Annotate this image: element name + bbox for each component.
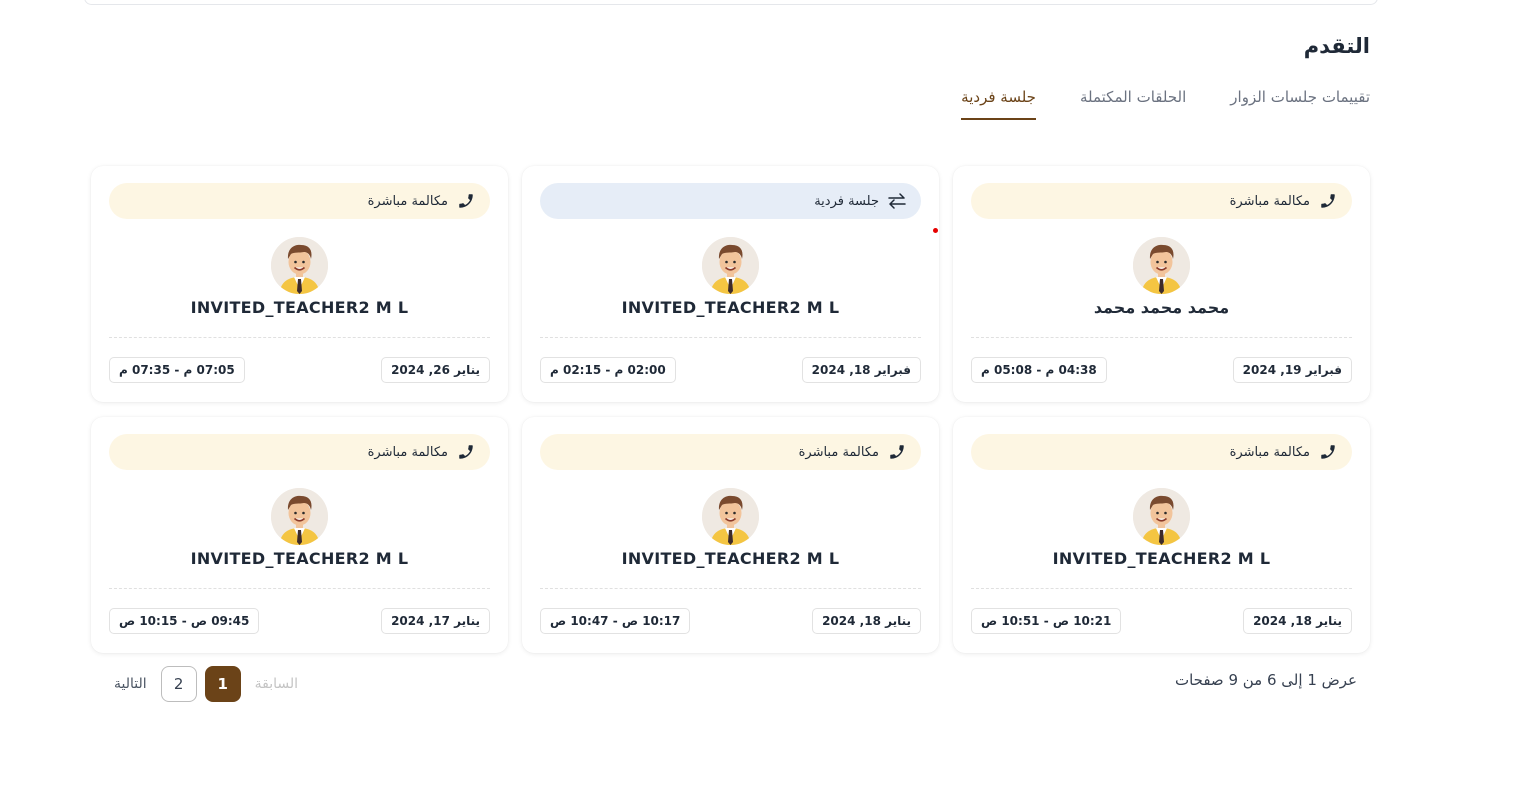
session-type-pill: مكالمة مباشرة bbox=[540, 434, 921, 470]
session-date: يناير 18, 2024 bbox=[1243, 608, 1352, 634]
session-meta: يناير 18, 2024 10:21 ص - 10:51 ص bbox=[971, 608, 1352, 634]
teacher-name: INVITED_TEACHER2 M L bbox=[621, 298, 840, 317]
session-time: 09:45 ص - 10:15 ص bbox=[109, 608, 260, 634]
phone-icon bbox=[1318, 442, 1338, 462]
divider bbox=[540, 588, 921, 589]
teacher-name: INVITED_TEACHER2 M L bbox=[1052, 549, 1271, 568]
teacher-avatar bbox=[271, 237, 328, 294]
session-time: 07:05 م - 07:35 م bbox=[109, 357, 245, 383]
tab-bar: تقييمات جلسات الزوار الحلقات المكتملة جل… bbox=[961, 88, 1370, 120]
page-button-1[interactable]: 1 bbox=[204, 666, 241, 702]
tab-completed-halaqat[interactable]: الحلقات المكتملة bbox=[1080, 88, 1186, 120]
swap-arrows-icon bbox=[887, 191, 907, 211]
top-container-edge bbox=[84, 0, 1378, 5]
prev-page-button[interactable]: السابقة bbox=[255, 676, 298, 692]
session-type-pill: مكالمة مباشرة bbox=[971, 183, 1352, 219]
teacher-name: INVITED_TEACHER2 M L bbox=[190, 298, 409, 317]
teacher-avatar bbox=[271, 488, 328, 545]
phone-icon bbox=[456, 442, 476, 462]
session-card[interactable]: مكالمة مباشرة INVITED_TEACHER2 M L يناير… bbox=[522, 417, 939, 653]
teacher-name: INVITED_TEACHER2 M L bbox=[621, 549, 840, 568]
session-type-label: مكالمة مباشرة bbox=[367, 193, 448, 209]
session-date: يناير 18, 2024 bbox=[812, 608, 921, 634]
session-type-label: مكالمة مباشرة bbox=[1229, 193, 1310, 209]
session-time: 02:00 م - 02:15 م bbox=[540, 357, 676, 383]
session-type-label: مكالمة مباشرة bbox=[798, 444, 879, 460]
session-date: فبراير 18, 2024 bbox=[801, 357, 921, 383]
session-card[interactable]: مكالمة مباشرة INVITED_TEACHER2 M L يناير… bbox=[91, 166, 508, 402]
teacher-avatar bbox=[1133, 237, 1190, 294]
session-meta: يناير 26, 2024 07:05 م - 07:35 م bbox=[109, 357, 490, 383]
session-card[interactable]: مكالمة مباشرة INVITED_TEACHER2 M L يناير… bbox=[91, 417, 508, 653]
teacher-avatar bbox=[1133, 488, 1190, 545]
sessions-grid: مكالمة مباشرة محمد محمد محمد فبراير 19, … bbox=[91, 166, 1370, 653]
divider bbox=[971, 588, 1352, 589]
session-type-pill: جلسة فردية bbox=[540, 183, 921, 219]
session-card[interactable]: جلسة فردية INVITED_TEACHER2 M L فبراير 1… bbox=[522, 166, 939, 402]
teacher-name: INVITED_TEACHER2 M L bbox=[190, 549, 409, 568]
session-card[interactable]: مكالمة مباشرة محمد محمد محمد فبراير 19, … bbox=[953, 166, 1370, 402]
teacher-name: محمد محمد محمد bbox=[1093, 298, 1230, 317]
session-type-pill: مكالمة مباشرة bbox=[109, 434, 490, 470]
session-card[interactable]: مكالمة مباشرة INVITED_TEACHER2 M L يناير… bbox=[953, 417, 1370, 653]
session-type-label: جلسة فردية bbox=[814, 193, 879, 209]
session-meta: يناير 18, 2024 10:17 ص - 10:47 ص bbox=[540, 608, 921, 634]
session-type-label: مكالمة مباشرة bbox=[367, 444, 448, 460]
tab-visitor-session-ratings[interactable]: تقييمات جلسات الزوار bbox=[1230, 88, 1370, 120]
phone-icon bbox=[887, 442, 907, 462]
next-page-button[interactable]: التالية bbox=[114, 676, 147, 692]
session-date: يناير 26, 2024 bbox=[381, 357, 490, 383]
page-button-2[interactable]: 2 bbox=[160, 666, 197, 702]
session-meta: فبراير 18, 2024 02:00 م - 02:15 م bbox=[540, 357, 921, 383]
pagination: السابقة 1 2 التالية bbox=[114, 666, 298, 702]
divider bbox=[540, 337, 921, 338]
red-indicator-dot bbox=[933, 228, 938, 233]
session-meta: يناير 17, 2024 09:45 ص - 10:15 ص bbox=[109, 608, 490, 634]
divider bbox=[971, 337, 1352, 338]
session-time: 10:17 ص - 10:47 ص bbox=[540, 608, 691, 634]
tab-individual-session[interactable]: جلسة فردية bbox=[961, 88, 1036, 120]
page-title: التقدم bbox=[1303, 34, 1370, 58]
phone-icon bbox=[1318, 191, 1338, 211]
session-meta: فبراير 19, 2024 04:38 م - 05:08 م bbox=[971, 357, 1352, 383]
teacher-avatar bbox=[702, 488, 759, 545]
session-type-label: مكالمة مباشرة bbox=[1229, 444, 1310, 460]
divider bbox=[109, 588, 490, 589]
divider bbox=[109, 337, 490, 338]
session-date: يناير 17, 2024 bbox=[381, 608, 490, 634]
session-time: 04:38 م - 05:08 م bbox=[971, 357, 1107, 383]
pagination-summary: عرض 1 إلى 6 من 9 صفحات bbox=[1174, 671, 1357, 689]
teacher-avatar bbox=[702, 237, 759, 294]
session-type-pill: مكالمة مباشرة bbox=[971, 434, 1352, 470]
session-type-pill: مكالمة مباشرة bbox=[109, 183, 490, 219]
phone-icon bbox=[456, 191, 476, 211]
session-time: 10:21 ص - 10:51 ص bbox=[971, 608, 1122, 634]
session-date: فبراير 19, 2024 bbox=[1232, 357, 1352, 383]
